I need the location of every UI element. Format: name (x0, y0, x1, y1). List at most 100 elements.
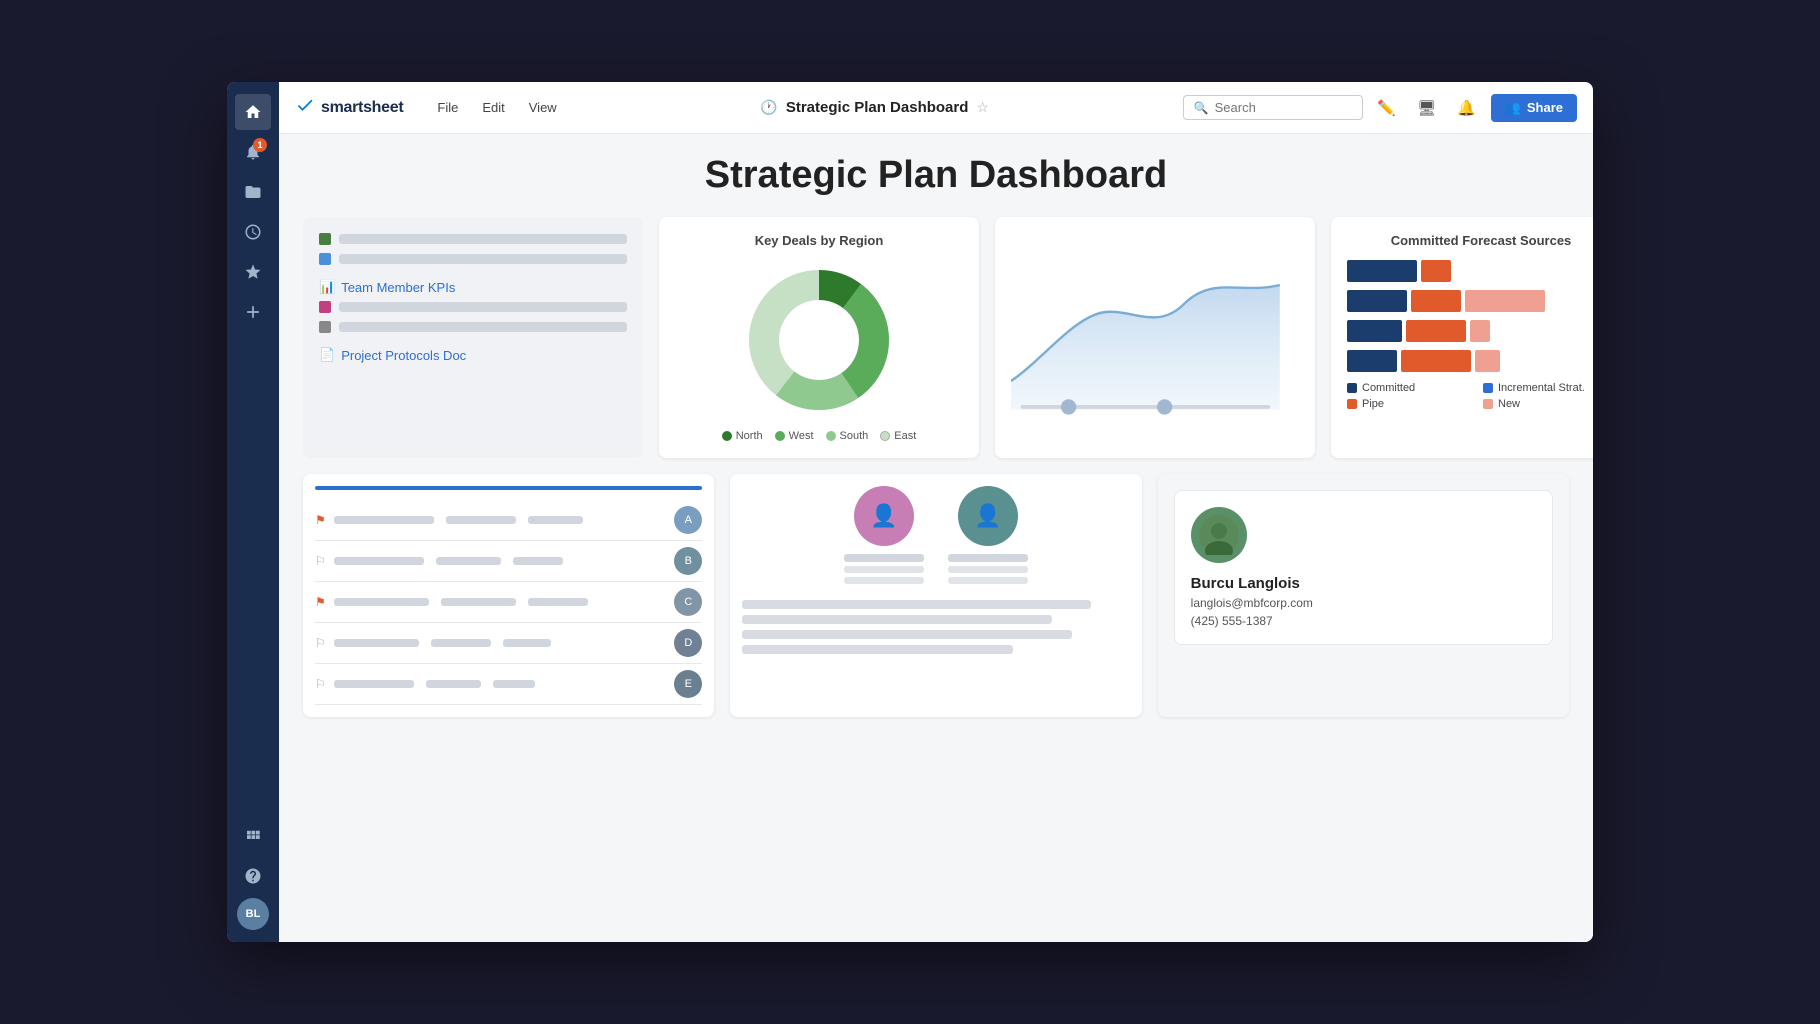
bar-seg-new-4 (1475, 350, 1500, 372)
notify-button[interactable]: 🔔 (1451, 92, 1483, 124)
share-button[interactable]: 👥 Share (1491, 94, 1577, 122)
bar-1 (339, 234, 627, 244)
sidebar-icon-grid[interactable] (235, 818, 271, 854)
legend-pipe: Pipe (1347, 398, 1479, 410)
person-name-bar-2 (948, 554, 1028, 562)
protocols-label: Project Protocols Doc (341, 348, 466, 363)
bar-seg-committed-2 (1347, 290, 1407, 312)
person-info-1 (844, 554, 924, 584)
sidebar: 1 BL (227, 82, 279, 942)
logo: smartsheet (295, 95, 403, 120)
cell-bar-3b (441, 598, 516, 606)
sidebar-icon-bell[interactable]: 1 (235, 134, 271, 170)
cell-bar-4c (503, 639, 551, 647)
person-avatar-1: 👤 (854, 486, 914, 546)
legend-west: West (775, 430, 814, 442)
list-item (319, 253, 627, 265)
sidebar-icon-help[interactable] (235, 858, 271, 894)
person-detail-bar-1a (844, 566, 924, 573)
edit-button[interactable]: ✏️ (1371, 92, 1403, 124)
info-line-3 (742, 630, 1071, 639)
present-button[interactable]: 🖥 (1411, 92, 1443, 124)
legend-sq-new (1483, 399, 1493, 409)
chart-legend: Committed Incremental Strat. Pipe N (1347, 382, 1593, 410)
contact-email: langlois@mbfcorp.com (1191, 596, 1313, 610)
color-dot-1 (319, 233, 331, 245)
cell-bar-4a (334, 639, 419, 647)
bar-seg-pipe-3 (1406, 320, 1466, 342)
legend-label-pipe: Pipe (1362, 398, 1384, 410)
team-kpi-icon: 📊 (319, 279, 335, 295)
row-avatar-3: C (674, 588, 702, 616)
cell-bar-2c (513, 557, 563, 565)
sidebar-avatar[interactable]: BL (237, 898, 269, 930)
bar-row-3 (1347, 320, 1593, 342)
legend-label-west: West (789, 430, 814, 442)
dashboard-content: Strategic Plan Dashboard 📊 Team Mem (279, 134, 1593, 942)
person-card-2: 👤 (948, 486, 1028, 584)
cell-bar-1a (334, 516, 434, 524)
team-kpi-link[interactable]: 📊 Team Member KPIs (319, 273, 627, 301)
flag-outline-5: ⚐ (315, 677, 326, 691)
sidebar-icon-home[interactable] (235, 94, 271, 130)
table-row: ⚐ D (315, 623, 702, 664)
person-card-1: 👤 (844, 486, 924, 584)
bar-2 (339, 254, 627, 264)
donut-container: North West South (675, 260, 963, 442)
cell-bar-5b (426, 680, 481, 688)
nav-view[interactable]: View (519, 96, 567, 119)
list-item (319, 233, 627, 245)
search-box: 🔍 (1183, 95, 1363, 120)
dashboard-title: Strategic Plan Dashboard (303, 154, 1569, 197)
person-detail-bar-1b (844, 577, 924, 584)
cell-bar-2b (436, 557, 501, 565)
legend-label-committed: Committed (1362, 382, 1415, 394)
contact-card-bg: Burcu Langlois langlois@mbfcorp.com (425… (1158, 474, 1569, 717)
share-label: Share (1527, 100, 1563, 115)
bottom-grid: ⚑ A ⚐ B (303, 474, 1569, 717)
row-avatar-5: E (674, 670, 702, 698)
sidebar-icon-clock[interactable] (235, 214, 271, 250)
legend-incremental: Incremental Strat. (1483, 382, 1593, 394)
cell-bar-1b (446, 516, 516, 524)
sidebar-icon-add[interactable] (235, 294, 271, 330)
legend-label-east: East (894, 430, 916, 442)
legend-sq-incremental (1483, 383, 1493, 393)
donut-legend: North West South (722, 430, 917, 442)
search-input[interactable] (1215, 100, 1352, 115)
legend-east: East (880, 430, 916, 442)
additional-info (742, 600, 1129, 654)
main-content: smartsheet File Edit View 🕐 Strategic Pl… (279, 82, 1593, 942)
sidebar-icon-star[interactable] (235, 254, 271, 290)
bar-row-2 (1347, 290, 1593, 312)
sidebar-icon-folder[interactable] (235, 174, 271, 210)
donut-chart-title: Key Deals by Region (675, 233, 963, 248)
legend-label-incremental: Incremental Strat. (1498, 382, 1585, 394)
nav-file[interactable]: File (427, 96, 468, 119)
list-widget: 📊 Team Member KPIs 📄 Project Protocols D… (303, 217, 643, 458)
people-row: 👤 👤 (742, 486, 1129, 584)
donut-chart-card: Key Deals by Region (659, 217, 979, 458)
legend-dot-east (880, 431, 890, 441)
legend-label-new: New (1498, 398, 1520, 410)
person-info-2 (948, 554, 1028, 584)
list-item (319, 321, 627, 333)
nav-edit[interactable]: Edit (472, 96, 514, 119)
protocols-link[interactable]: 📄 Project Protocols Doc (319, 341, 627, 369)
legend-sq-pipe (1347, 399, 1357, 409)
legend-south: South (826, 430, 869, 442)
cell-bar-1c (528, 516, 583, 524)
person-detail-bar-2a (948, 566, 1028, 573)
color-dot-3 (319, 301, 331, 313)
bar-seg-committed-1 (1347, 260, 1417, 282)
bar-seg-pipe-1 (1421, 260, 1451, 282)
logo-icon (295, 95, 315, 120)
topnav: smartsheet File Edit View 🕐 Strategic Pl… (279, 82, 1593, 134)
row-avatar-4: D (674, 629, 702, 657)
color-dot-4 (319, 321, 331, 333)
topnav-center: 🕐 Strategic Plan Dashboard ☆ (567, 99, 1183, 116)
contact-card-wrapper: Burcu Langlois langlois@mbfcorp.com (425… (1158, 474, 1569, 717)
row-avatar-1: A (674, 506, 702, 534)
favorite-star[interactable]: ☆ (976, 99, 989, 116)
table-row: ⚑ A (315, 500, 702, 541)
